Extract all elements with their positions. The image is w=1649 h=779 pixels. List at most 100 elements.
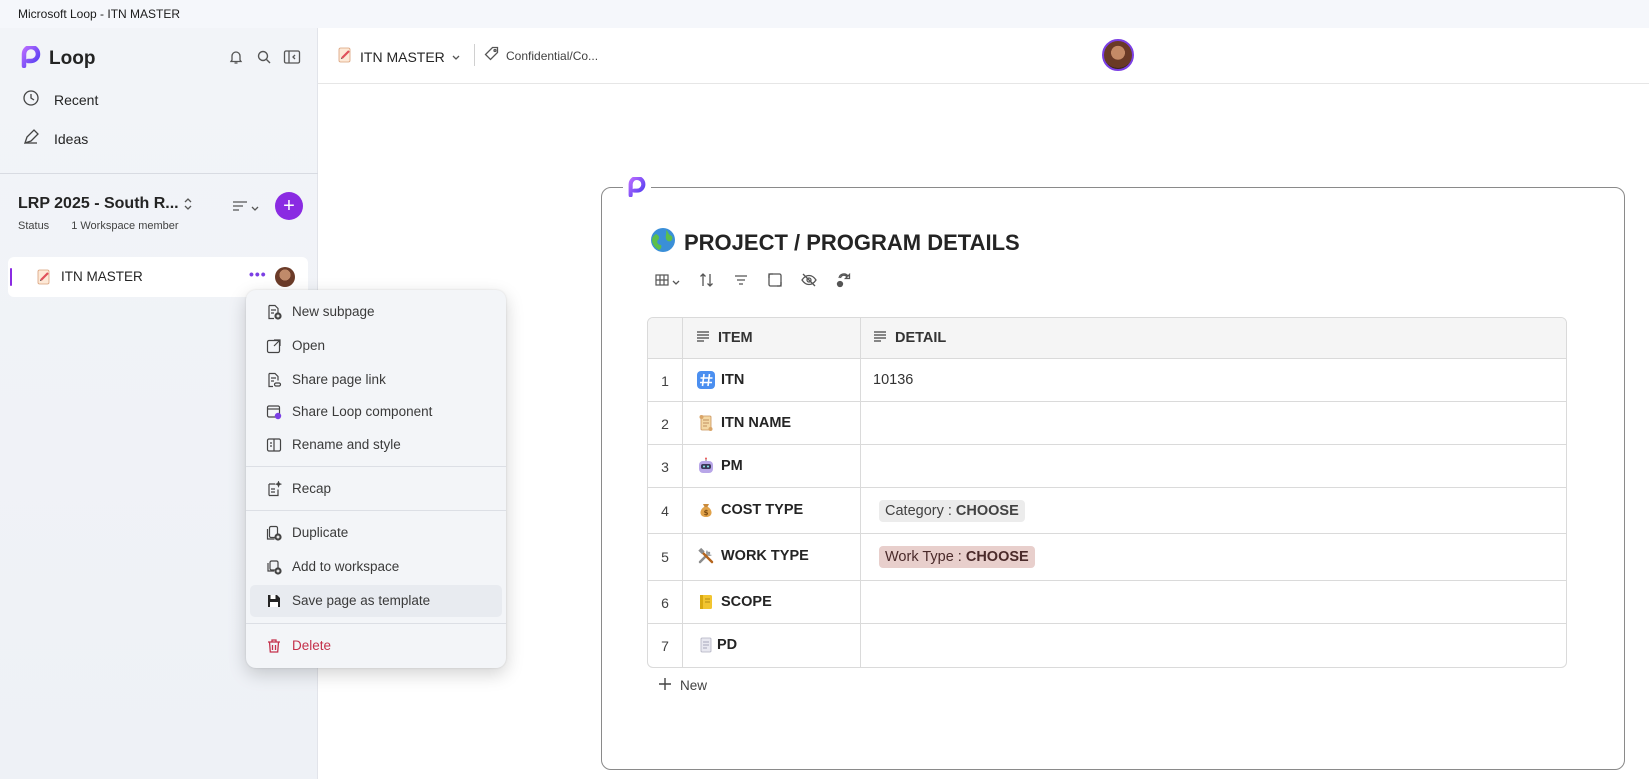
row-detail[interactable]: 10136: [873, 372, 913, 388]
menu-separator: [246, 510, 506, 511]
table-row[interactable]: 4 $ COST TYPE Category : CHOOSE: [648, 488, 1566, 534]
row-item[interactable]: ITN: [697, 371, 744, 389]
sidebar-divider: [0, 173, 318, 174]
expand-icon[interactable]: [767, 272, 783, 291]
menu-item-label: Rename and style: [292, 437, 401, 452]
menu-item-share-page-link[interactable]: Share page link: [250, 364, 502, 396]
bell-icon[interactable]: [227, 48, 245, 66]
sort-icon[interactable]: [699, 272, 715, 291]
loop-logo-icon: [20, 44, 42, 71]
more-options-button[interactable]: •••: [249, 266, 267, 282]
row-item[interactable]: $ COST TYPE: [697, 501, 803, 519]
menu-item-save-page-as-template[interactable]: Save page as template: [250, 585, 502, 617]
menu-item-label: Add to workspace: [292, 559, 400, 574]
table-row[interactable]: 6 SCOPE: [648, 581, 1566, 624]
open-external-icon: [266, 338, 282, 357]
menu-item-add-to-workspace[interactable]: Add to workspace: [250, 551, 502, 583]
row-number: 7: [661, 638, 669, 654]
menu-item-delete[interactable]: Delete: [250, 630, 502, 662]
automation-icon[interactable]: [835, 272, 853, 291]
row-item[interactable]: WORK TYPE: [697, 547, 809, 565]
menu-item-label: Duplicate: [292, 525, 349, 540]
column-header-label: ITEM: [718, 330, 753, 346]
sensitivity-label-button[interactable]: Confidential/Co...: [484, 46, 598, 65]
menu-item-label: Open: [292, 338, 326, 353]
collapse-sidebar-icon[interactable]: [283, 48, 301, 66]
robot-emoji-icon: [697, 457, 715, 475]
money-bag-emoji-icon: $: [697, 501, 715, 519]
workspace-members[interactable]: 1 Workspace member: [71, 220, 178, 232]
table-row[interactable]: 1 ITN 10136: [648, 359, 1566, 402]
table-view-button[interactable]: [655, 273, 681, 290]
row-item[interactable]: SCOPE: [697, 593, 772, 611]
sidebar-item-ideas[interactable]: Ideas: [22, 128, 88, 149]
header-divider: [474, 44, 475, 66]
brand[interactable]: Loop: [20, 44, 95, 71]
sort-menu-button[interactable]: [232, 199, 260, 216]
sensitivity-label: Confidential/Co...: [506, 48, 599, 63]
page-emoji-icon: [35, 268, 53, 289]
row-item-label: ITN NAME: [721, 415, 792, 431]
new-subpage-icon: [266, 304, 282, 323]
column-header-label: DETAIL: [895, 330, 947, 346]
text-column-icon: [873, 330, 887, 346]
chevron-down-icon: [671, 274, 681, 290]
text-column-icon: [696, 330, 710, 346]
loop-component-icon: [266, 404, 282, 423]
row-number: 6: [661, 595, 669, 611]
add-page-button[interactable]: +: [275, 192, 303, 220]
plus-icon: +: [283, 194, 295, 217]
component-title[interactable]: PROJECT / PROGRAM DETAILS: [650, 227, 1020, 259]
filter-icon[interactable]: [733, 272, 749, 291]
column-header-detail[interactable]: DETAIL: [873, 330, 946, 346]
page-title-breadcrumb[interactable]: ITN MASTER: [336, 46, 461, 67]
component-title-text: PROJECT / PROGRAM DETAILS: [684, 230, 1020, 255]
row-item-label: PD: [717, 637, 738, 653]
svg-text:$: $: [704, 509, 709, 517]
sidebar-page-label: ITN MASTER: [61, 269, 143, 284]
document-emoji-icon: [697, 636, 715, 654]
page-emoji-icon: [336, 46, 354, 67]
row-item-label: PM: [721, 458, 743, 474]
menu-separator: [246, 466, 506, 467]
menu-item-duplicate[interactable]: Duplicate: [250, 517, 502, 549]
row-number: 1: [661, 373, 669, 389]
hide-columns-icon[interactable]: [801, 272, 817, 291]
add-new-row-button[interactable]: New: [658, 677, 707, 694]
table-row[interactable]: 5 WORK TYPE Work Type : CHOOSE: [648, 534, 1566, 581]
table-row[interactable]: 3 PM: [648, 445, 1566, 488]
work-type-label-chip[interactable]: Work Type : CHOOSE: [879, 546, 1035, 568]
row-number: 5: [661, 549, 669, 565]
menu-separator: [246, 623, 506, 624]
sidebar-item-label: Ideas: [54, 130, 89, 147]
sidebar-item-recent[interactable]: Recent: [22, 89, 98, 110]
table-row[interactable]: 7 PD: [648, 624, 1566, 667]
menu-item-share-loop-component[interactable]: Share Loop component: [250, 396, 502, 428]
menu-item-open[interactable]: Open: [250, 330, 502, 362]
row-item[interactable]: ITN NAME: [697, 414, 791, 432]
workspace-status[interactable]: Status: [18, 220, 49, 232]
workspace-name[interactable]: LRP 2025 - South R...: [18, 195, 179, 213]
menu-item-rename-and-style[interactable]: Rename and style: [250, 429, 502, 461]
row-item-label: WORK TYPE: [721, 548, 809, 564]
menu-item-label: Share page link: [292, 372, 386, 387]
menu-item-label: Share Loop component: [292, 404, 433, 419]
menu-item-recap[interactable]: Recap: [250, 473, 502, 505]
row-item[interactable]: PD: [697, 636, 737, 654]
tag-icon: [484, 46, 500, 65]
row-item[interactable]: PM: [697, 457, 743, 475]
collaborator-avatar[interactable]: [1102, 39, 1134, 71]
loop-logo-icon: [623, 175, 651, 200]
column-header-item[interactable]: ITEM: [696, 330, 753, 346]
table-row[interactable]: 2 ITN NAME: [648, 402, 1566, 445]
menu-item-new-subpage[interactable]: New subpage: [250, 296, 502, 328]
new-row-label: New: [680, 678, 708, 693]
page-title: ITN MASTER: [360, 48, 445, 65]
recap-icon: [266, 480, 283, 500]
workspace-switch-icon[interactable]: [182, 196, 194, 215]
menu-item-label: New subpage: [292, 304, 375, 319]
search-icon[interactable]: [255, 48, 273, 66]
category-label-chip[interactable]: Category : CHOOSE: [879, 500, 1025, 522]
trash-icon: [266, 638, 282, 657]
menu-item-label: Recap: [292, 481, 332, 496]
